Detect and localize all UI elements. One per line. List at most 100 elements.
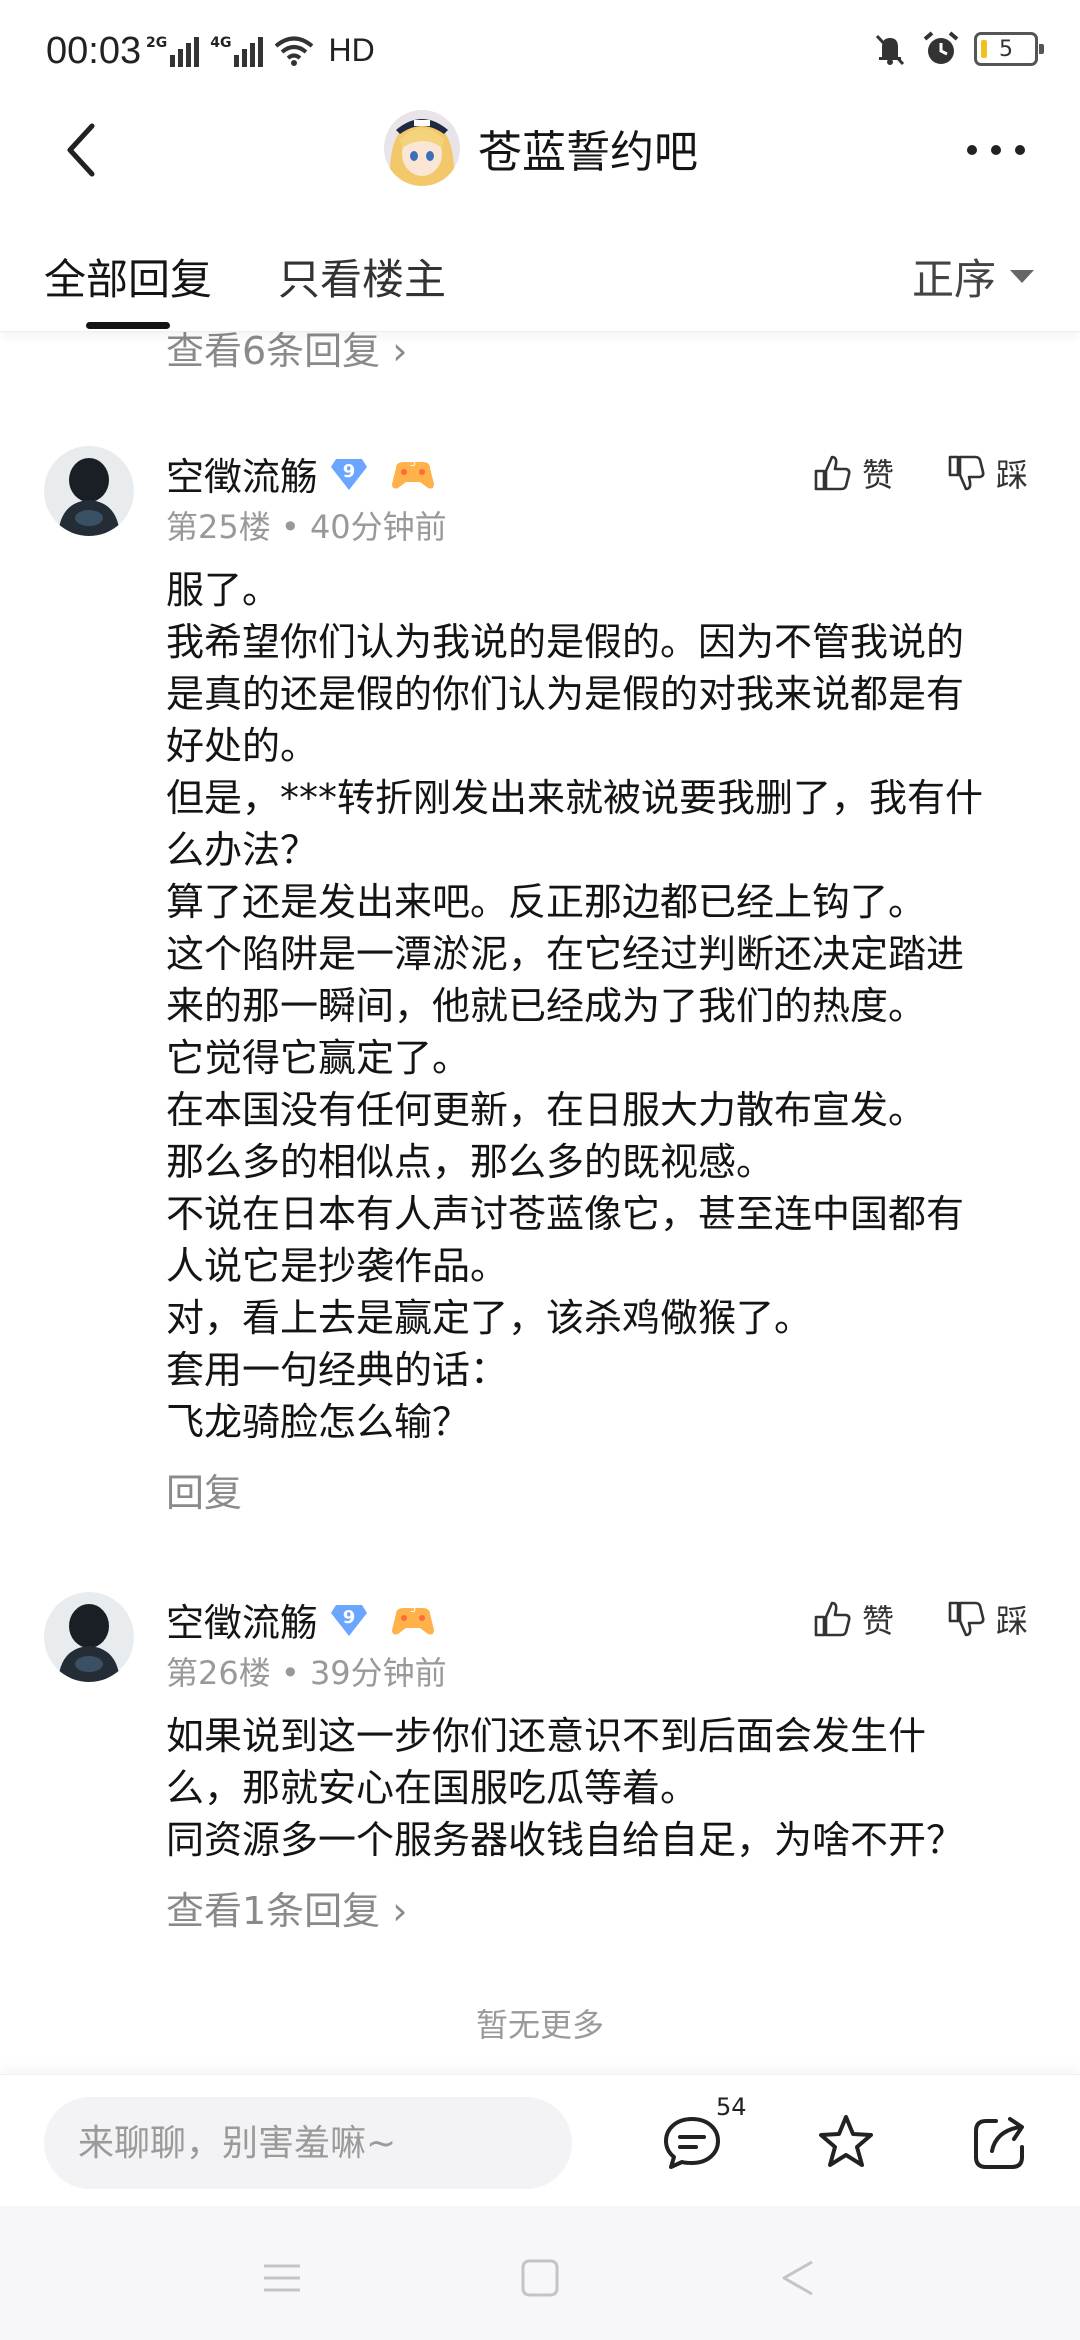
- post-text-line: 同资源多一个服务器收钱自给自足，为啥不开？: [166, 1818, 965, 1862]
- post-text-line: 算了还是发出来吧。反正那边都已经上钩了。: [166, 880, 927, 924]
- wifi-icon: [275, 36, 314, 66]
- reply-filter-tabs: 全部回复 只看楼主 正序: [0, 200, 1080, 332]
- sort-order-dropdown[interactable]: 正序: [912, 246, 1034, 307]
- back-button[interactable]: [56, 118, 116, 182]
- dislike-label: 踩: [996, 456, 1029, 494]
- favorite-button[interactable]: [814, 2111, 878, 2175]
- view-replies-link[interactable]: 查看1条回复 ›: [166, 1880, 407, 1935]
- post-author: 空徵流觞 9 5: [166, 1592, 436, 1647]
- like-button[interactable]: 赞: [812, 450, 894, 496]
- bottom-action-bar: 54: [0, 2074, 1080, 2206]
- back-arrow-icon: [67, 123, 95, 177]
- share-icon: [974, 2117, 1024, 2169]
- thumbs-up-icon: [814, 1601, 851, 1637]
- user-avatar-image: [44, 1592, 134, 1682]
- level-number: 9: [342, 1606, 356, 1628]
- thumbs-down-icon: [948, 455, 985, 491]
- user-avatar-image: [44, 446, 134, 536]
- network-label-4g: 4G: [210, 34, 232, 51]
- tab-all-replies[interactable]: 全部回复: [44, 246, 212, 307]
- home-square-icon: [521, 2259, 559, 2297]
- status-bar: 00:03 2G 4G HD 5: [0, 0, 1080, 100]
- post-content: 如果说到这一步你们还意识不到后面会发生什 么，那就安心在国服吃瓜等着。 同资源多…: [166, 1710, 1046, 1866]
- like-label: 赞: [862, 456, 895, 494]
- post-text-line: 套用一句经典的话：: [166, 1348, 509, 1392]
- post-author: 空徵流觞 9 5: [166, 446, 436, 501]
- status-time: 00:03: [46, 30, 142, 72]
- post-text-line: 么办法？: [166, 828, 319, 872]
- star-icon: [819, 2115, 873, 2167]
- post-content: 服了。 我希望你们认为我说的是假的。因为不管我说的 是真的还是假的你们认为是假的…: [166, 564, 1046, 1448]
- signal-bars-icon: [170, 36, 200, 67]
- menu-button[interactable]: [260, 2256, 304, 2300]
- system-navigation-bar: [0, 2206, 1080, 2340]
- battery-level: 5: [999, 36, 1013, 62]
- status-right: 5: [872, 30, 1044, 68]
- signal-2g: 2G: [146, 35, 202, 67]
- share-button[interactable]: [968, 2111, 1032, 2175]
- username[interactable]: 空徵流觞: [166, 446, 318, 501]
- dislike-label: 踩: [996, 1602, 1029, 1640]
- svg-text:5: 5: [410, 458, 416, 469]
- forum-avatar[interactable]: [384, 110, 460, 186]
- post-text-line: 对，看上去是赢定了，该杀鸡儆猴了。: [166, 1296, 813, 1340]
- post-text-line: 好处的。: [166, 724, 319, 768]
- post-floor-time: 第25楼 • 40分钟前: [166, 508, 447, 546]
- back-triangle-icon: [782, 2260, 813, 2296]
- dislike-button[interactable]: 踩: [946, 1596, 1028, 1642]
- signal-bars-icon: [234, 36, 264, 67]
- end-of-list-label: 暂无更多: [475, 2006, 604, 2044]
- comment-bubble-icon: [664, 2117, 720, 2169]
- thumbs-up-icon: [814, 455, 851, 491]
- mute-bell-icon: [875, 34, 905, 66]
- comment-button[interactable]: [660, 2111, 724, 2175]
- post-text-line: 我希望你们认为我说的是假的。因为不管我说的: [166, 620, 965, 664]
- post-text-line: 如果说到这一步你们还意识不到后面会发生什: [166, 1714, 927, 1758]
- level-number: 9: [342, 460, 356, 482]
- post-text-line: 不说在日本有人声讨苍蓝像它，甚至连中国都有: [166, 1192, 965, 1236]
- comment-input[interactable]: [44, 2097, 572, 2189]
- level-badge: 9: [330, 1603, 368, 1637]
- reply-button[interactable]: 回复: [166, 1462, 242, 1517]
- forum-avatar-image: [384, 110, 460, 186]
- post-text-line: 么，那就安心在国服吃瓜等着。: [166, 1766, 699, 1810]
- battery-indicator: 5: [974, 32, 1044, 66]
- system-back-button[interactable]: [776, 2256, 820, 2300]
- signal-4g: 4G: [210, 35, 266, 67]
- sort-label: 正序: [911, 255, 996, 304]
- username[interactable]: 空徵流觞: [166, 1592, 318, 1647]
- post-text-line: 是真的还是假的你们认为是假的对我来说都是有: [166, 672, 965, 716]
- top-header: 苍蓝誓约吧: [0, 100, 1080, 200]
- post-text-line: 飞龙骑脸怎么输？: [166, 1400, 471, 1444]
- like-button[interactable]: 赞: [812, 1596, 894, 1642]
- post-text-line: 在本国没有任何更新，在日服大力散布宣发。: [166, 1088, 927, 1132]
- post-text-line: 那么多的相似点，那么多的既视感。: [166, 1140, 775, 1184]
- post-text-line: 来的那一瞬间，他就已经成为了我们的热度。: [166, 984, 927, 1028]
- forum-title-group[interactable]: 苍蓝誓约吧: [384, 110, 698, 186]
- dislike-button[interactable]: 踩: [946, 450, 1028, 496]
- more-options-button[interactable]: [962, 130, 1030, 170]
- menu-lines-icon: [264, 2264, 300, 2292]
- home-button[interactable]: [518, 2256, 562, 2300]
- more-dots-icon: [967, 145, 1025, 155]
- post-text-line: 它觉得它赢定了。: [166, 1036, 471, 1080]
- alarm-icon: [923, 31, 959, 64]
- network-label-2g: 2G: [146, 34, 168, 51]
- network-indicators: 2G 4G HD: [146, 32, 375, 69]
- forum-name: 苍蓝誓约吧: [478, 127, 698, 178]
- post-floor-time: 第26楼 • 39分钟前: [166, 1654, 447, 1692]
- level-badge: 9: [330, 457, 368, 491]
- game-badge-icon: 5: [392, 1604, 435, 1634]
- hd-label: HD: [328, 32, 375, 68]
- caret-down-icon: [1010, 270, 1034, 283]
- avatar[interactable]: [44, 1592, 134, 1682]
- post-text-line: 但是，***转折刚发出来就被说要我删了，我有什: [166, 776, 984, 820]
- svg-text:5: 5: [410, 1604, 416, 1615]
- like-label: 赞: [862, 1602, 895, 1640]
- post-text-line: 人说它是抄袭作品。: [166, 1244, 509, 1288]
- post-text-line: 服了。: [166, 568, 281, 612]
- comment-count: 54: [716, 2093, 747, 2121]
- game-badge-icon: 5: [392, 458, 435, 488]
- avatar[interactable]: [44, 446, 134, 536]
- tab-owner-only[interactable]: 只看楼主: [278, 246, 446, 307]
